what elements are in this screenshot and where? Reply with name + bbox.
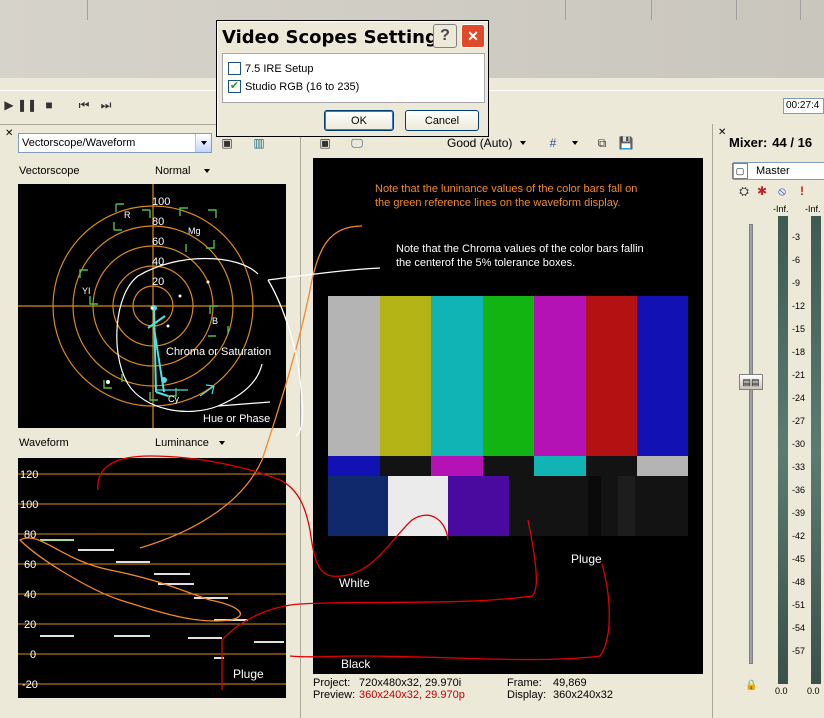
- studio-rgb-checkbox[interactable]: ✔: [228, 80, 241, 93]
- master-bus-strip: ▢ Master: [732, 162, 824, 180]
- db-tick: -3: [792, 232, 801, 242]
- ire-setup-label: 7.5 IRE Setup: [245, 62, 314, 75]
- ok-button[interactable]: OK: [324, 110, 394, 131]
- mixer-panel: ✕ Mixer: 44 / 16 ▢ Master ⛭ ✱ ⦸ ! ▤▤ 🔒 -…: [712, 124, 824, 718]
- peak-right: -Inf.: [805, 204, 821, 214]
- mixer-header: Mixer: 44 / 16: [729, 135, 812, 150]
- lock-icon[interactable]: 🔒: [745, 680, 757, 691]
- fader-track: [749, 224, 753, 664]
- fx-icon[interactable]: ✱: [753, 182, 771, 200]
- db-tick: -33: [792, 462, 806, 472]
- db-tick: -6: [792, 255, 801, 265]
- peak-left: -Inf.: [773, 204, 789, 214]
- meter-left: [778, 216, 788, 684]
- db-tick: -18: [792, 347, 806, 357]
- panel-close-icon[interactable]: ✕: [718, 127, 726, 138]
- studio-rgb-label: Studio RGB (16 to 235): [245, 80, 360, 93]
- db-tick: -27: [792, 416, 806, 426]
- help-button[interactable]: ?: [433, 24, 457, 48]
- studio-rgb-option[interactable]: ✔ Studio RGB (16 to 235): [228, 80, 359, 93]
- options-group: 7.5 IRE Setup ✔ Studio RGB (16 to 235): [222, 53, 485, 103]
- db-tick: -48: [792, 577, 806, 587]
- mixer-count: 44 / 16: [772, 135, 813, 150]
- ire-setup-option[interactable]: 7.5 IRE Setup: [228, 62, 314, 75]
- db-tick: -24: [792, 393, 806, 403]
- volume-fader[interactable]: ▤▤: [739, 374, 763, 390]
- solo-icon[interactable]: !: [793, 182, 811, 200]
- db-tick: -54: [792, 623, 806, 633]
- db-tick: -51: [792, 600, 806, 610]
- ire-setup-checkbox[interactable]: [228, 62, 241, 75]
- automation-icon[interactable]: ⛭: [735, 182, 753, 200]
- db-tick: -39: [792, 508, 806, 518]
- db-tick: -12: [792, 301, 806, 311]
- close-button[interactable]: ✕: [461, 24, 485, 48]
- db-tick: -57: [792, 646, 806, 656]
- db-tick: -21: [792, 370, 806, 380]
- db-tick: -36: [792, 485, 806, 495]
- mute-icon[interactable]: ⦸: [773, 182, 791, 200]
- master-bus-icon[interactable]: ▢: [732, 163, 748, 179]
- db-tick: -42: [792, 531, 806, 541]
- master-bus-label: Master: [756, 165, 790, 177]
- mixer-title: Mixer:: [729, 135, 768, 150]
- db-tick: -45: [792, 554, 806, 564]
- db-tick: -30: [792, 439, 806, 449]
- video-scopes-settings-dialog: Video Scopes Settings ? ✕ 7.5 IRE Setup …: [216, 20, 489, 137]
- db-tick: -15: [792, 324, 806, 334]
- dialog-title: Video Scopes Settings: [222, 27, 449, 48]
- meter-right: [811, 216, 821, 684]
- cancel-button[interactable]: Cancel: [405, 110, 479, 131]
- db-tick: -9: [792, 278, 801, 288]
- level-right: 0.0: [807, 686, 820, 696]
- level-left: 0.0: [775, 686, 788, 696]
